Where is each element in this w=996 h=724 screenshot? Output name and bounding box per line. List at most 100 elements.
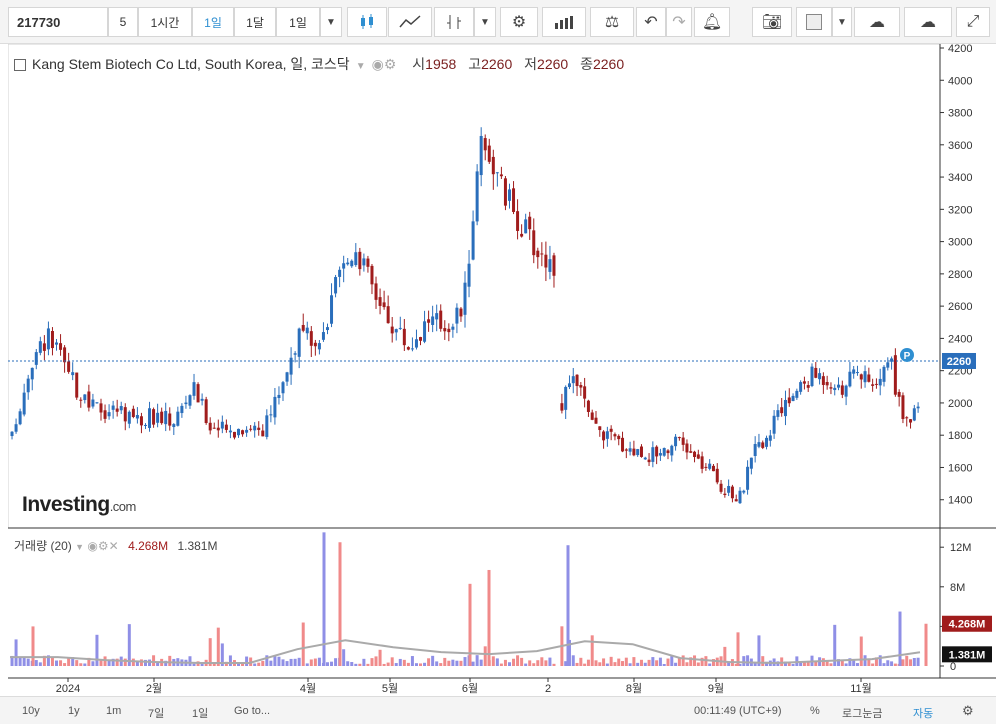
symbol-input[interactable]: 217730 (8, 7, 108, 37)
eye-icon[interactable]: ◉ (372, 56, 384, 72)
settings-button[interactable]: ⚙ (500, 7, 538, 37)
candle-body (723, 493, 727, 496)
fullscreen-button[interactable]: ⤢ (956, 7, 990, 37)
volume-bar (693, 655, 697, 666)
alert-button[interactable]: 🔔︎ (694, 7, 730, 37)
close-icon[interactable]: ✕ (109, 539, 119, 553)
candle-body (791, 395, 795, 402)
template-button[interactable] (796, 7, 832, 37)
candle-body (59, 343, 63, 350)
save-button[interactable]: ☁ (904, 7, 952, 37)
candle-body (431, 316, 435, 325)
load-button[interactable]: ☁ (854, 7, 900, 37)
candle-body (451, 326, 455, 330)
event-marker-label: P (904, 351, 911, 362)
volume-bar (431, 655, 435, 666)
candle-body (42, 343, 46, 351)
volume-bar (491, 656, 495, 666)
candle-body (704, 466, 708, 468)
candle-body (321, 332, 325, 340)
chevron-down-icon[interactable]: ▼ (356, 61, 366, 72)
screenshot-button[interactable]: 📷︎ (752, 7, 792, 37)
candle-body (567, 383, 571, 388)
interval-5-button[interactable]: 5 (108, 7, 138, 37)
candle-body (708, 463, 712, 469)
volume-bar (394, 663, 398, 666)
candle-body (55, 342, 59, 345)
candle-body (402, 328, 406, 346)
volume-bar (575, 662, 579, 666)
candle-body (115, 408, 119, 412)
volume-profile-button[interactable] (542, 7, 586, 37)
price-tick-label: 2800 (948, 269, 972, 281)
log-toggle[interactable]: 로그눈금 (842, 705, 882, 721)
redo-button[interactable]: ↷ (666, 7, 692, 37)
undo-button[interactable]: ↶ (636, 7, 666, 37)
candlestick-icon (361, 14, 373, 29)
indicators-button[interactable] (388, 7, 432, 37)
range-10y[interactable]: 10y (22, 705, 40, 717)
candle-body (734, 499, 738, 502)
candle-body (639, 446, 643, 457)
volume-bar (192, 663, 196, 666)
volume-bar (103, 656, 107, 666)
candle-body (285, 372, 289, 382)
range-1m[interactable]: 1m (106, 705, 121, 717)
volume-bar (277, 656, 281, 666)
candle-body (624, 449, 628, 451)
candle-body (237, 428, 241, 436)
range-dropdown[interactable]: ▼ (320, 7, 342, 37)
histogram-icon (555, 16, 573, 29)
volume-bar (548, 657, 552, 666)
volume-bar (237, 663, 241, 666)
candle-body (346, 262, 350, 265)
volume-spike-bar (487, 569, 491, 666)
volume-bar (780, 657, 784, 666)
interval-1d-button[interactable]: 1일 (192, 7, 234, 37)
collapse-icon[interactable] (14, 59, 26, 72)
gear-icon[interactable]: ⚙ (962, 703, 974, 719)
volume-bar (55, 660, 59, 666)
candle-body (317, 343, 321, 350)
percent-toggle[interactable]: % (810, 705, 820, 717)
candles-button[interactable] (347, 7, 387, 37)
volume-spike-bar (338, 542, 342, 666)
candle-body (780, 407, 784, 414)
candle-body (241, 430, 245, 435)
volume-bar (334, 658, 338, 666)
goto-button[interactable]: Go to... (234, 705, 270, 717)
candle-body (761, 442, 765, 448)
interval-1h-button[interactable]: 1시간 (138, 7, 192, 37)
price-chart[interactable]: 1400160018002000220024002600280030003200… (8, 44, 996, 696)
settings-small-icon[interactable]: ⚙ (98, 539, 109, 553)
template-dropdown[interactable]: ▼ (832, 7, 852, 37)
volume-bar (639, 659, 643, 666)
candle-body (164, 410, 168, 425)
candle-body (67, 361, 71, 372)
candle-body (772, 415, 776, 434)
bar-type-dropdown[interactable]: ▼ (474, 7, 496, 37)
volume-bar (503, 659, 507, 666)
interval-1mo-button[interactable]: 1달 (234, 7, 276, 37)
high-label: 고 (468, 56, 482, 72)
range-1d[interactable]: 1일 (192, 705, 208, 721)
candle-body (575, 374, 579, 387)
compare-button[interactable]: ⚖ (590, 7, 634, 37)
volume-bar (632, 657, 636, 666)
eye-icon[interactable]: ◉ (87, 539, 97, 553)
auto-toggle[interactable]: 자동 (913, 705, 933, 721)
toolbar: 217730 5 1시간 1일 1달 1일 ▼ ▼ ⚙ ⚖ ↶ ↷ 🔔︎ 📷︎ … (0, 0, 996, 44)
bar-type-button[interactable] (434, 7, 474, 37)
range-1y[interactable]: 1y (68, 705, 80, 717)
volume-bar (471, 661, 475, 666)
candle-body (427, 319, 431, 323)
candle-body (160, 411, 164, 424)
chevron-down-icon[interactable]: ▼ (75, 542, 84, 552)
candle-body (696, 454, 700, 459)
range-button[interactable]: 1일 (276, 7, 320, 37)
volume-bar (95, 634, 99, 666)
candle-body (354, 252, 358, 266)
range-7d[interactable]: 7일 (148, 705, 164, 721)
candle-body (882, 366, 886, 382)
settings-small-icon[interactable]: ⚙ (384, 56, 397, 72)
